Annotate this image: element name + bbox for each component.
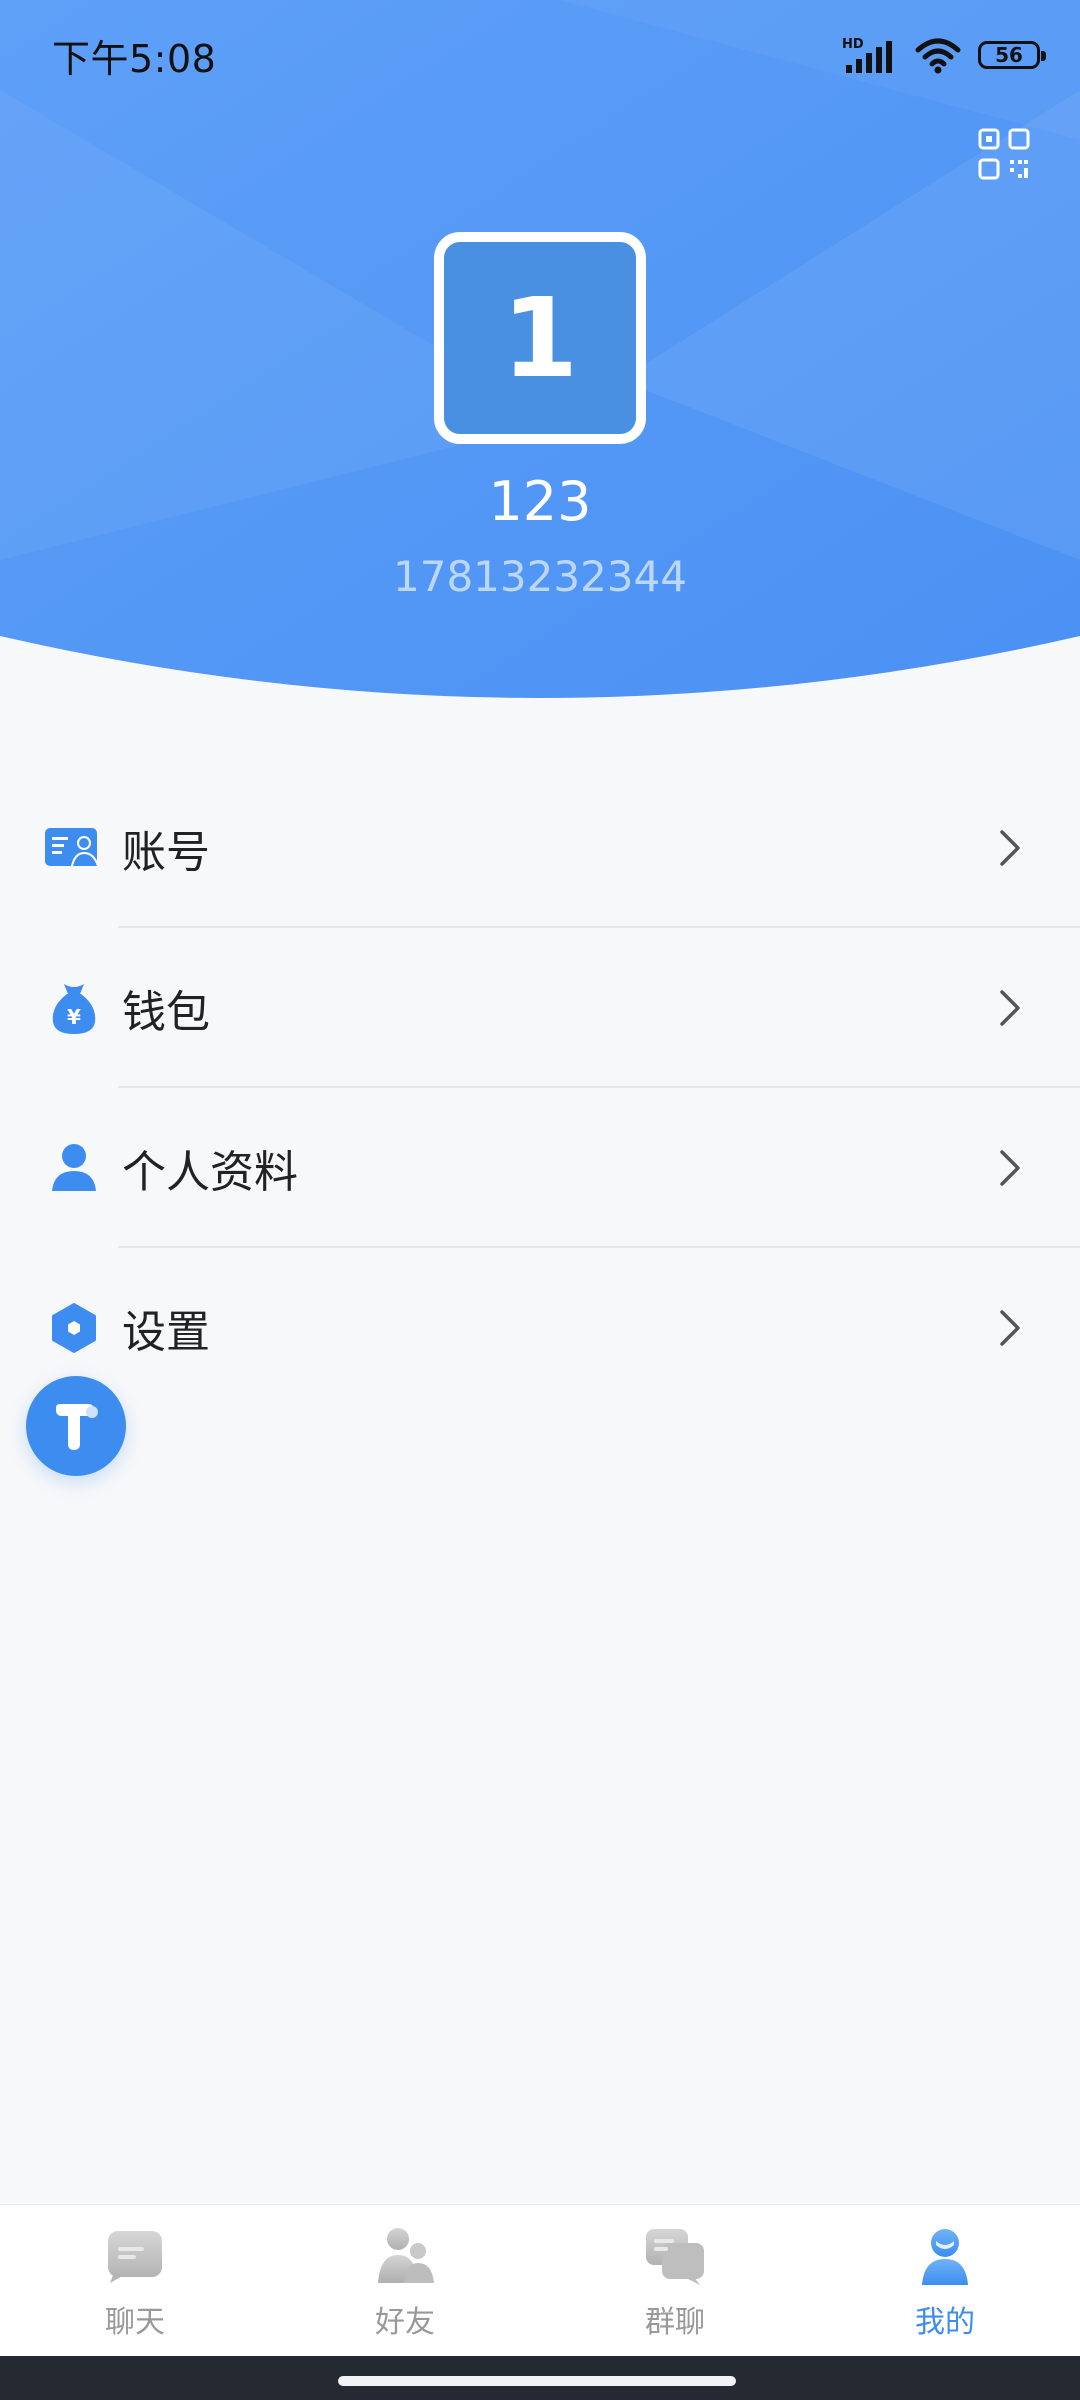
tab-label-chat: 聊天 — [105, 2305, 165, 2340]
svg-text:¥: ¥ — [67, 1005, 81, 1029]
tab-chat[interactable]: 聊天 — [0, 2205, 270, 2357]
id-card-icon — [44, 818, 104, 878]
home-indicator[interactable] — [338, 2376, 736, 2386]
qr-code-icon[interactable] — [978, 128, 1030, 180]
money-bag-icon: ¥ — [44, 978, 104, 1038]
chevron-right-icon — [1000, 830, 1020, 866]
menu-item-account[interactable]: 账号 — [0, 768, 1080, 928]
user-phone: 17813232344 — [393, 552, 687, 601]
network-type-label: HD — [842, 37, 864, 52]
menu-item-wallet[interactable]: ¥ 钱包 — [0, 928, 1080, 1088]
menu-item-settings[interactable]: 设置 — [0, 1248, 1080, 1408]
system-navigation-bar — [0, 2356, 1080, 2400]
bottom-tab-bar: 聊天 好友 群聊 我的 — [0, 2204, 1080, 2357]
menu-item-profile[interactable]: 个人资料 — [0, 1088, 1080, 1248]
chevron-right-icon — [1000, 990, 1020, 1026]
wifi-icon — [915, 38, 961, 74]
tab-label-group-chat: 群聊 — [645, 2305, 705, 2340]
avatar-text: 1 — [501, 274, 579, 402]
menu-label-settings: 设置 — [122, 1307, 210, 1358]
battery-indicator: 56 — [978, 41, 1046, 69]
friends-icon — [378, 2228, 434, 2283]
status-bar: 下午5:08 HD 56 — [0, 0, 1080, 110]
menu-label-wallet: 钱包 — [122, 987, 210, 1038]
avatar[interactable]: 1 — [434, 232, 646, 444]
tab-label-me: 我的 — [915, 2305, 975, 2340]
status-time: 下午5:08 — [52, 37, 217, 81]
chat-icon — [108, 2231, 162, 2283]
signal-icon: HD — [842, 37, 892, 73]
profile-header: 下午5:08 HD 56 1 123 17813232344 — [0, 0, 1080, 720]
menu-label-account: 账号 — [122, 827, 210, 878]
tab-label-friends: 好友 — [375, 2305, 435, 2340]
tab-group-chat[interactable]: 群聊 — [540, 2205, 810, 2357]
menu-label-profile: 个人资料 — [122, 1147, 298, 1198]
chevron-right-icon — [1000, 1310, 1020, 1346]
floating-assistant-button[interactable] — [26, 1376, 126, 1476]
profile-menu: 账号 ¥ 钱包 个人资料 设置 — [0, 768, 1080, 1408]
user-name: 123 — [488, 470, 592, 533]
person-icon — [44, 1138, 104, 1198]
status-icons: HD 56 — [842, 30, 1046, 80]
assistant-logo-icon — [56, 1404, 98, 1450]
tab-me[interactable]: 我的 — [810, 2205, 1080, 2357]
tab-friends[interactable]: 好友 — [270, 2205, 540, 2357]
settings-hexagon-icon — [44, 1298, 104, 1358]
me-icon — [922, 2229, 968, 2285]
battery-level: 56 — [995, 43, 1023, 67]
group-chat-icon — [646, 2229, 704, 2285]
chevron-right-icon — [1000, 1150, 1020, 1186]
